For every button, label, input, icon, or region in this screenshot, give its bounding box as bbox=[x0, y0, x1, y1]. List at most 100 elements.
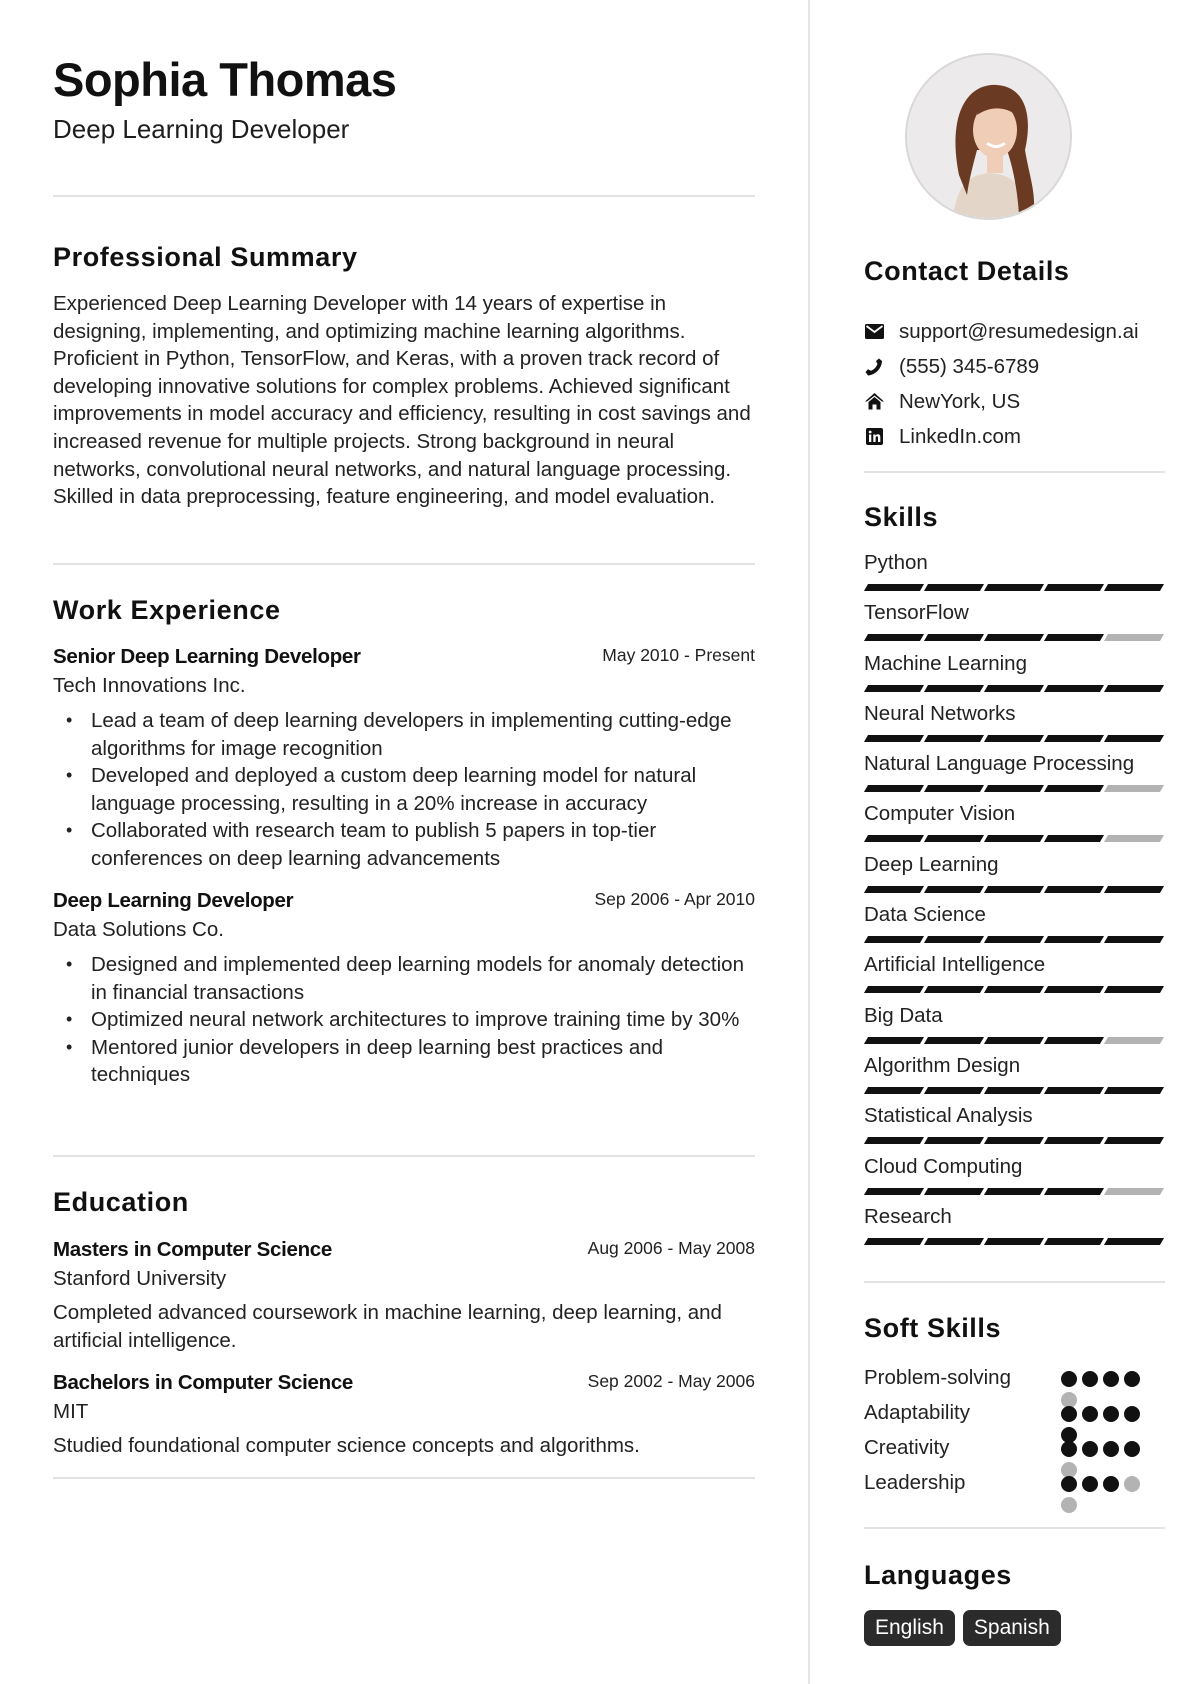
skill-level-bar bbox=[863, 785, 1165, 793]
skill-level-bar bbox=[863, 1036, 1165, 1044]
job-bullet: Designed and implemented deep learning m… bbox=[53, 951, 755, 1006]
skill-item: Algorithm Design bbox=[863, 1053, 1165, 1103]
school: MIT bbox=[53, 1400, 89, 1423]
education-dates: Aug 2006 - May 2008 bbox=[587, 1238, 755, 1258]
skill-segment-filled bbox=[863, 1036, 925, 1044]
skill-level-bar bbox=[863, 936, 1165, 944]
skill-segment-filled bbox=[1103, 1137, 1165, 1145]
skill-segment-filled bbox=[1043, 785, 1105, 793]
skill-segment-empty bbox=[1103, 1036, 1165, 1044]
job-bullet: Mentored junior developers in deep learn… bbox=[53, 1034, 755, 1089]
column-divider bbox=[808, 0, 810, 1684]
skill-item: Cloud Computing bbox=[863, 1154, 1165, 1204]
linkedin-icon bbox=[864, 427, 884, 447]
rating-dot-filled bbox=[1082, 1406, 1098, 1422]
job-title: Deep Learning Developer bbox=[53, 889, 294, 912]
skill-segment-filled bbox=[1043, 734, 1105, 742]
skill-segment-filled bbox=[1043, 1086, 1105, 1094]
job-bullets: Designed and implemented deep learning m… bbox=[53, 951, 755, 1089]
contact-heading: Contact Details bbox=[864, 256, 1070, 286]
education-heading: Education bbox=[53, 1187, 189, 1217]
skill-level-bar bbox=[863, 1086, 1165, 1094]
skill-level-bar bbox=[863, 1137, 1165, 1145]
contact-email-text: support@resumedesign.ai bbox=[899, 319, 1139, 343]
degree: Bachelors in Computer Science bbox=[53, 1371, 354, 1394]
skill-item: Natural Language Processing bbox=[863, 751, 1165, 801]
skill-level-bar bbox=[863, 835, 1165, 843]
rating-dot-filled bbox=[1061, 1476, 1077, 1492]
summary-divider bbox=[53, 563, 755, 565]
skill-item: Python bbox=[863, 550, 1165, 600]
experience-divider bbox=[53, 1155, 755, 1157]
skill-segment-empty bbox=[1103, 1187, 1165, 1195]
skill-level-bar bbox=[863, 634, 1165, 642]
skill-segment-filled bbox=[983, 634, 1045, 642]
skill-segment-filled bbox=[923, 936, 985, 944]
contact-linkedin[interactable]: LinkedIn.com bbox=[864, 419, 1165, 454]
skill-segment-filled bbox=[923, 986, 985, 994]
portrait-icon bbox=[907, 55, 1070, 218]
skill-name: Data Science bbox=[864, 903, 986, 927]
skill-segment-filled bbox=[863, 1137, 925, 1145]
soft-skill-rating bbox=[1061, 1476, 1151, 1513]
job-bullet: Developed and deployed a custom deep lea… bbox=[53, 762, 755, 817]
rating-dot-filled bbox=[1103, 1441, 1119, 1457]
skill-segment-filled bbox=[863, 986, 925, 994]
rating-dot-filled bbox=[1124, 1441, 1140, 1457]
contact-email[interactable]: support@resumedesign.ai bbox=[864, 314, 1165, 349]
skill-name: Neural Networks bbox=[864, 701, 1016, 725]
rating-dot-filled bbox=[1103, 1406, 1119, 1422]
job-bullet: Collaborated with research team to publi… bbox=[53, 817, 755, 872]
skill-segment-filled bbox=[983, 885, 1045, 893]
skill-segment-filled bbox=[923, 1237, 985, 1245]
skill-item: Statistical Analysis bbox=[863, 1103, 1165, 1153]
skill-segment-filled bbox=[1103, 734, 1165, 742]
contact-phone[interactable]: (555) 345-6789 bbox=[864, 349, 1165, 384]
skill-segment-filled bbox=[1043, 1187, 1105, 1195]
skill-segment-filled bbox=[1043, 634, 1105, 642]
job-dates: May 2010 - Present bbox=[602, 645, 755, 665]
education-description: Studied foundational computer science co… bbox=[53, 1434, 640, 1457]
soft-skill-item: Adaptability bbox=[864, 1398, 1165, 1443]
skill-segment-filled bbox=[863, 684, 925, 692]
skill-segment-filled bbox=[1043, 584, 1105, 591]
rating-dot-filled bbox=[1061, 1371, 1077, 1387]
contact-location-text: NewYork, US bbox=[899, 389, 1021, 413]
skill-segment-filled bbox=[1043, 986, 1105, 994]
skills-list: Python TensorFlow Machine Learning Neural N… bbox=[863, 550, 1165, 1254]
language-badge: Spanish bbox=[962, 1610, 1061, 1646]
skill-segment-filled bbox=[1043, 885, 1105, 893]
rating-dot-empty bbox=[1061, 1497, 1077, 1513]
skill-level-bar bbox=[863, 1187, 1165, 1195]
education-description: Completed advanced coursework in machine… bbox=[53, 1301, 722, 1352]
contact-list: support@resumedesign.ai (555) 345-6789 N… bbox=[864, 314, 1165, 454]
rating-dot-filled bbox=[1124, 1406, 1140, 1422]
languages-heading: Languages bbox=[864, 1560, 1012, 1590]
skill-segment-filled bbox=[983, 986, 1045, 994]
skill-segment-filled bbox=[1103, 584, 1165, 591]
skill-level-bar bbox=[863, 734, 1165, 742]
skill-item: Deep Learning bbox=[863, 852, 1165, 902]
skill-segment-filled bbox=[923, 634, 985, 642]
skill-segment-filled bbox=[983, 1086, 1045, 1094]
contact-phone-text: (555) 345-6789 bbox=[899, 354, 1040, 378]
skill-item: TensorFlow bbox=[863, 600, 1165, 650]
skill-level-bar bbox=[863, 1237, 1165, 1245]
education-divider bbox=[53, 1477, 755, 1479]
skill-segment-filled bbox=[1103, 936, 1165, 944]
skill-item: Computer Vision bbox=[863, 801, 1165, 851]
education-entry: Masters in Computer Science Aug 2006 - M… bbox=[53, 1238, 755, 1354]
skill-item: Neural Networks bbox=[863, 701, 1165, 751]
skill-item: Research bbox=[863, 1204, 1165, 1254]
skill-segment-filled bbox=[923, 835, 985, 843]
education-entry: Bachelors in Computer Science Sep 2002 -… bbox=[53, 1371, 755, 1460]
job-title: Senior Deep Learning Developer bbox=[53, 645, 361, 668]
skill-segment-filled bbox=[983, 1237, 1045, 1245]
job-entry: Senior Deep Learning Developer May 2010 … bbox=[53, 645, 755, 873]
skill-segment-filled bbox=[923, 684, 985, 692]
skill-segment-filled bbox=[863, 835, 925, 843]
skill-segment-filled bbox=[1103, 885, 1165, 893]
skill-segment-filled bbox=[863, 1237, 925, 1245]
skill-segment-empty bbox=[1103, 634, 1165, 642]
skill-segment-filled bbox=[923, 1137, 985, 1145]
